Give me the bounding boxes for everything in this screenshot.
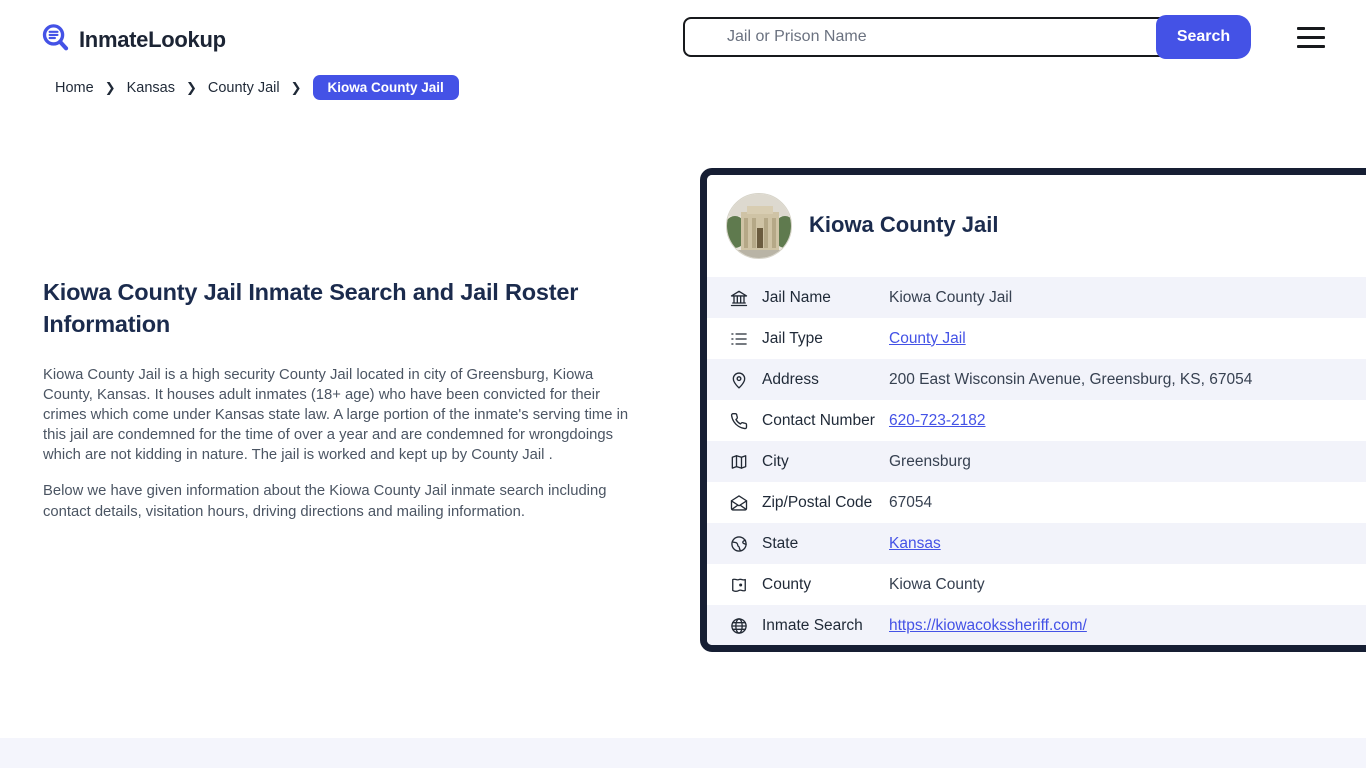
row-label: County [762, 575, 812, 593]
row-value: 200 East Wisconsin Avenue, Greensburg, K… [889, 370, 1253, 388]
chevron-right-icon: ❯ [104, 80, 116, 95]
row-value-link[interactable]: 620-723-2182 [889, 412, 986, 429]
map-pin-icon [729, 370, 749, 390]
table-row: Address 200 East Wisconsin Avenue, Greens… [707, 359, 1366, 400]
row-value: Kiowa County Jail [889, 288, 1013, 306]
row-label: Address [762, 370, 819, 388]
brand-logo[interactable]: InmateLookup [40, 22, 226, 58]
breadcrumb-current-badge: Kiowa County Jail [312, 75, 459, 100]
row-value-link[interactable]: Kansas [889, 535, 941, 552]
row-value: 620-723-2182 [889, 412, 986, 430]
page-title: Kiowa County Jail Inmate Search and Jail… [43, 279, 579, 338]
chevron-right-icon: ❯ [290, 80, 302, 95]
jail-info-card: Kiowa County Jail Jail Name Kiowa County … [700, 168, 1366, 652]
article: Kiowa County Jail Inmate Search and Jail… [43, 276, 638, 538]
table-row: Inmate Search https://kiowacokssheriff.co… [707, 605, 1366, 645]
table-row: Zip/Postal Code 67054 [707, 482, 1366, 523]
table-row: Jail Name Kiowa County Jail [707, 277, 1366, 318]
row-label: State [762, 534, 799, 552]
hamburger-menu-icon[interactable] [1297, 27, 1325, 48]
row-value: County Jail [889, 330, 966, 348]
row-label: Jail Type [762, 329, 823, 347]
courthouse-photo [726, 193, 792, 259]
row-label: Contact Number [762, 411, 875, 429]
county-map-icon [729, 575, 749, 595]
row-label: Jail Name [762, 288, 831, 306]
row-value: Greensburg [889, 452, 971, 470]
page: InmateLookup Search Home ❯ Kansas ❯ County J… [0, 0, 1366, 768]
map-icon [729, 452, 749, 472]
table-row: City Greensburg [707, 441, 1366, 482]
table-row: State Kansas [707, 523, 1366, 564]
envelope-open-icon [729, 493, 749, 513]
phone-icon [729, 411, 749, 431]
row-value: 67054 [889, 493, 933, 511]
globe-web-icon [729, 616, 749, 636]
header: InmateLookup Search [0, 0, 1366, 70]
table-row: County Kiowa County [707, 564, 1366, 605]
details-paragraph: Below we have given information about th… [43, 483, 607, 520]
breadcrumb: Home ❯ Kansas ❯ County Jail ❯ Kiowa County Jai… [55, 75, 459, 100]
card-header: Kiowa County Jail [707, 175, 1366, 277]
search-input[interactable] [683, 17, 1163, 57]
chevron-right-icon: ❯ [185, 80, 197, 95]
list-icon [729, 329, 749, 349]
row-value: Kiowa County [889, 575, 985, 593]
search-button[interactable]: Search [1156, 15, 1251, 59]
brand-name: InmateLookup [79, 27, 226, 52]
bank-icon [729, 288, 749, 308]
row-label: Inmate Search [762, 616, 863, 634]
table-row: Jail Type County Jail [707, 318, 1366, 359]
breadcrumb-link[interactable]: County Jail [208, 80, 280, 96]
breadcrumb-link[interactable]: Kansas [127, 80, 175, 96]
row-value: https://kiowacokssheriff.com/ [889, 617, 1087, 635]
row-value-link[interactable]: County Jail [889, 330, 966, 347]
table-row: Contact Number 620-723-2182 [707, 400, 1366, 441]
magnifier-list-icon [40, 22, 71, 58]
breadcrumb-link[interactable]: Home [55, 80, 94, 96]
globe-earth-icon [729, 534, 749, 554]
jail-info-table: Jail Name Kiowa County Jail Jail Type Count… [707, 277, 1366, 645]
row-label: Zip/Postal Code [762, 493, 873, 511]
intro-paragraph: Kiowa County Jail is a high security Cou… [43, 366, 629, 464]
row-value: Kansas [889, 535, 941, 553]
card-title: Kiowa County Jail [809, 212, 999, 237]
search-bar: Search [683, 15, 1251, 59]
footer-band [0, 738, 1366, 768]
row-value-link[interactable]: https://kiowacokssheriff.com/ [889, 617, 1087, 634]
row-label: City [762, 452, 789, 470]
